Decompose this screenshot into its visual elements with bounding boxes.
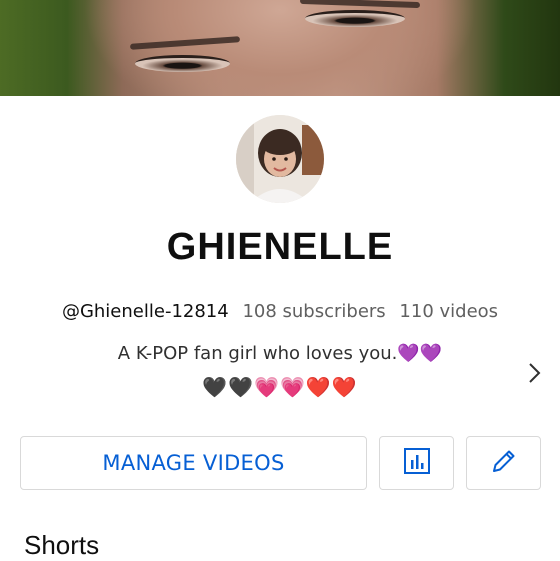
manage-videos-button[interactable]: MANAGE VIDEOS — [20, 436, 367, 490]
description-text: A K-POP fan girl who loves you. — [117, 343, 398, 364]
channel-description[interactable]: A K-POP fan girl who loves you.💜💜 — [0, 343, 560, 364]
section-title-shorts: Shorts — [24, 530, 100, 560]
channel-handle: @Ghienelle-12814 — [61, 301, 229, 322]
chevron-right-icon[interactable] — [524, 361, 544, 385]
analytics-icon — [402, 446, 432, 480]
channel-name: GHIENELLE — [166, 226, 394, 268]
edit-channel-button[interactable] — [466, 436, 541, 490]
channel-description-hearts: 🖤🖤💗💗❤️❤️ — [202, 375, 358, 399]
video-count: 110 videos — [399, 301, 499, 322]
pencil-icon — [489, 446, 519, 480]
purple-hearts: 💜💜 — [397, 343, 443, 364]
subscriber-count: 108 subscribers — [242, 301, 386, 322]
analytics-button[interactable] — [379, 436, 454, 490]
channel-banner — [0, 0, 560, 96]
channel-avatar[interactable] — [236, 115, 324, 203]
channel-meta: @Ghienelle-12814 108 subscribers 110 vid… — [0, 301, 560, 322]
